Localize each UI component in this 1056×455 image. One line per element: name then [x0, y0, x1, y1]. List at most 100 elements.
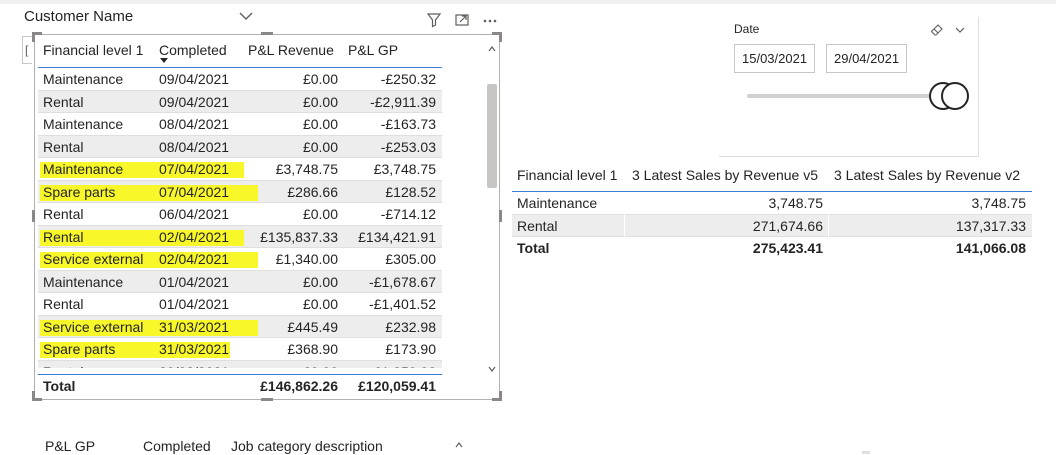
header-pnl-revenue[interactable]: P&L Revenue — [248, 42, 334, 58]
cell-financial-level: Rental — [43, 364, 83, 369]
cell-completed: 01/04/2021 — [159, 296, 230, 312]
table-row[interactable]: Maintenance 01/04/2021 £0.00 -£1,678.67 — [38, 270, 442, 293]
resize-handle[interactable] — [499, 391, 502, 401]
total-revenue: £146,862.26 — [260, 378, 338, 394]
sales-total-row: Total 275,423.41 141,066.08 — [512, 237, 1032, 261]
focus-mode-icon[interactable] — [454, 12, 470, 28]
eraser-icon[interactable] — [930, 23, 944, 37]
column-separator — [624, 192, 625, 238]
table-row[interactable]: Maintenance 07/04/2021 £3,748.75 £3,748.75 — [38, 158, 442, 181]
resize-handle[interactable] — [499, 32, 502, 42]
table-row[interactable]: Spare parts 31/03/2021 £368.90 £173.90 — [38, 338, 442, 361]
cell-pnl-revenue: £445.49 — [287, 318, 338, 335]
cell-pnl-revenue: £0.00 — [302, 116, 338, 132]
cell-pnl-gp: -£1,401.52 — [369, 296, 436, 312]
cell-pnl-revenue: £1,340.00 — [275, 251, 338, 267]
cell-financial-level: Rental — [43, 206, 84, 222]
resize-handle[interactable] — [32, 210, 35, 222]
cell-pnl-revenue: £0.00 — [302, 296, 338, 312]
resize-handle[interactable] — [32, 32, 35, 42]
cell-pnl-gp: £134,421.91 — [358, 228, 436, 245]
cell-v5: 271,674.66 — [752, 217, 823, 234]
cell-pnl-gp: £305.00 — [385, 251, 436, 267]
table-row[interactable]: Rental 02/04/2021 £135,837.33 £134,421.91 — [38, 225, 442, 248]
resize-handle[interactable] — [499, 210, 502, 222]
table-row[interactable]: Rental 06/04/2021 £0.00 -£714.12 — [38, 203, 442, 226]
cell-pnl-gp: £173.90 — [385, 341, 436, 357]
sales-total-v5: 275,423.41 — [752, 240, 823, 256]
end-date-input[interactable]: 29/04/2021 — [826, 44, 908, 73]
cell-pnl-gp: -£253.03 — [380, 138, 436, 155]
cell-financial-level: Maintenance — [43, 116, 124, 132]
table-row[interactable]: Maintenance 3,748.75 3,748.75 — [512, 192, 1032, 215]
sort-descending-icon — [160, 58, 168, 63]
start-date-input[interactable]: 15/03/2021 — [734, 44, 816, 73]
chevron-down-icon[interactable] — [238, 10, 254, 22]
table-row[interactable]: Service external 02/04/2021 £1,340.00 £305.… — [38, 248, 442, 271]
header-v5[interactable]: 3 Latest Sales by Revenue v5 — [632, 167, 818, 183]
cell-completed: 02/04/2021 — [159, 228, 230, 245]
cell-completed: 31/03/2021 — [159, 318, 230, 335]
pnl-table: Financial level 1 Completed P&L Revenue … — [38, 38, 442, 368]
cell-pnl-gp: -£250.32 — [380, 71, 436, 87]
cell-completed: 01/04/2021 — [159, 273, 230, 290]
cell-financial-level: Spare parts — [43, 341, 116, 357]
cell-completed: 07/04/2021 — [159, 183, 230, 200]
header-financial-level[interactable]: Financial level 1 — [517, 167, 617, 183]
sales-total-label: Total — [517, 240, 550, 256]
table-row[interactable]: Rental 01/04/2021 £0.00 -£1,401.52 — [38, 293, 442, 316]
header-completed[interactable]: Completed — [159, 42, 227, 58]
cell-financial-level: Maintenance — [517, 195, 598, 211]
vertical-scrollbar-thumb[interactable] — [487, 84, 497, 188]
cell-completed: 31/03/2021 — [159, 341, 230, 357]
filter-icon[interactable] — [426, 12, 442, 28]
cell-completed: 07/04/2021 — [159, 161, 230, 177]
table-row[interactable]: Rental 08/04/2021 £0.00 -£253.03 — [38, 135, 442, 158]
slider-end-handle[interactable] — [941, 82, 969, 110]
bottom-header-pnl-gp[interactable]: P&L GP — [45, 438, 95, 454]
table-body: Maintenance 09/04/2021 £0.00 -£250.32 Rental… — [38, 68, 442, 368]
scroll-down-icon[interactable] — [487, 364, 497, 374]
resize-handle[interactable] — [261, 398, 273, 401]
table-total-row: Total £146,862.26 £120,059.41 — [38, 374, 442, 398]
cell-v2: 137,317.33 — [955, 217, 1026, 234]
table-row[interactable]: Rental 09/04/2021 £0.00 -£2,911.39 — [38, 90, 442, 113]
cell-v2: 3,748.75 — [971, 195, 1027, 211]
cell-pnl-gp: £232.98 — [385, 318, 436, 335]
bottom-header-job-category[interactable]: Job category description — [231, 438, 383, 454]
bottom-header-completed[interactable]: Completed — [143, 438, 211, 454]
cell-pnl-gp: £3,748.75 — [373, 161, 436, 177]
column-separator — [828, 192, 829, 238]
more-options-icon[interactable] — [482, 12, 498, 28]
cell-financial-level: Rental — [43, 138, 84, 155]
date-range-slider-track[interactable] — [747, 94, 939, 98]
cell-pnl-revenue: £0.00 — [302, 93, 338, 110]
date-slicer-label: Date — [734, 22, 760, 36]
slicer-dropdown-stub[interactable]: [ — [22, 36, 32, 64]
table-row[interactable]: Spare parts 07/04/2021 £286.66 £128.52 — [38, 180, 442, 203]
cell-pnl-revenue: £286.66 — [287, 183, 338, 200]
resize-handle[interactable] — [32, 391, 35, 401]
cell-pnl-gp: -£714.12 — [380, 206, 436, 222]
header-financial-level[interactable]: Financial level 1 — [43, 42, 143, 58]
resize-handle[interactable] — [862, 451, 870, 454]
header-v2[interactable]: 3 Latest Sales by Revenue v2 — [834, 167, 1020, 183]
sales-total-v2: 141,066.08 — [955, 240, 1026, 256]
table-row[interactable]: Rental 271,674.66 137,317.33 — [512, 214, 1032, 237]
resize-handle[interactable] — [261, 32, 273, 35]
chevron-down-icon[interactable] — [954, 25, 966, 35]
cell-financial-level: Spare parts — [43, 183, 116, 200]
cell-financial-level: Rental — [517, 217, 558, 234]
sales-table-header: Financial level 1 3 Latest Sales by Reve… — [512, 160, 1032, 192]
table-row[interactable]: Maintenance 09/04/2021 £0.00 -£250.32 — [38, 68, 442, 91]
table-row[interactable]: Maintenance 08/04/2021 £0.00 -£163.73 — [38, 113, 442, 136]
scroll-up-icon[interactable] — [454, 440, 464, 450]
table-row[interactable]: Rental 30/03/2021 £0.00 £1,350.02 — [38, 360, 442, 369]
table-row[interactable]: Service external 31/03/2021 £445.49 £232.98 — [38, 315, 442, 338]
scroll-up-icon[interactable] — [487, 44, 497, 54]
cell-pnl-revenue: £0.00 — [302, 138, 338, 155]
cell-pnl-revenue: £3,748.75 — [275, 161, 338, 177]
cell-completed: 09/04/2021 — [159, 93, 230, 110]
cell-financial-level: Service external — [43, 251, 144, 267]
header-pnl-gp[interactable]: P&L GP — [348, 42, 398, 58]
